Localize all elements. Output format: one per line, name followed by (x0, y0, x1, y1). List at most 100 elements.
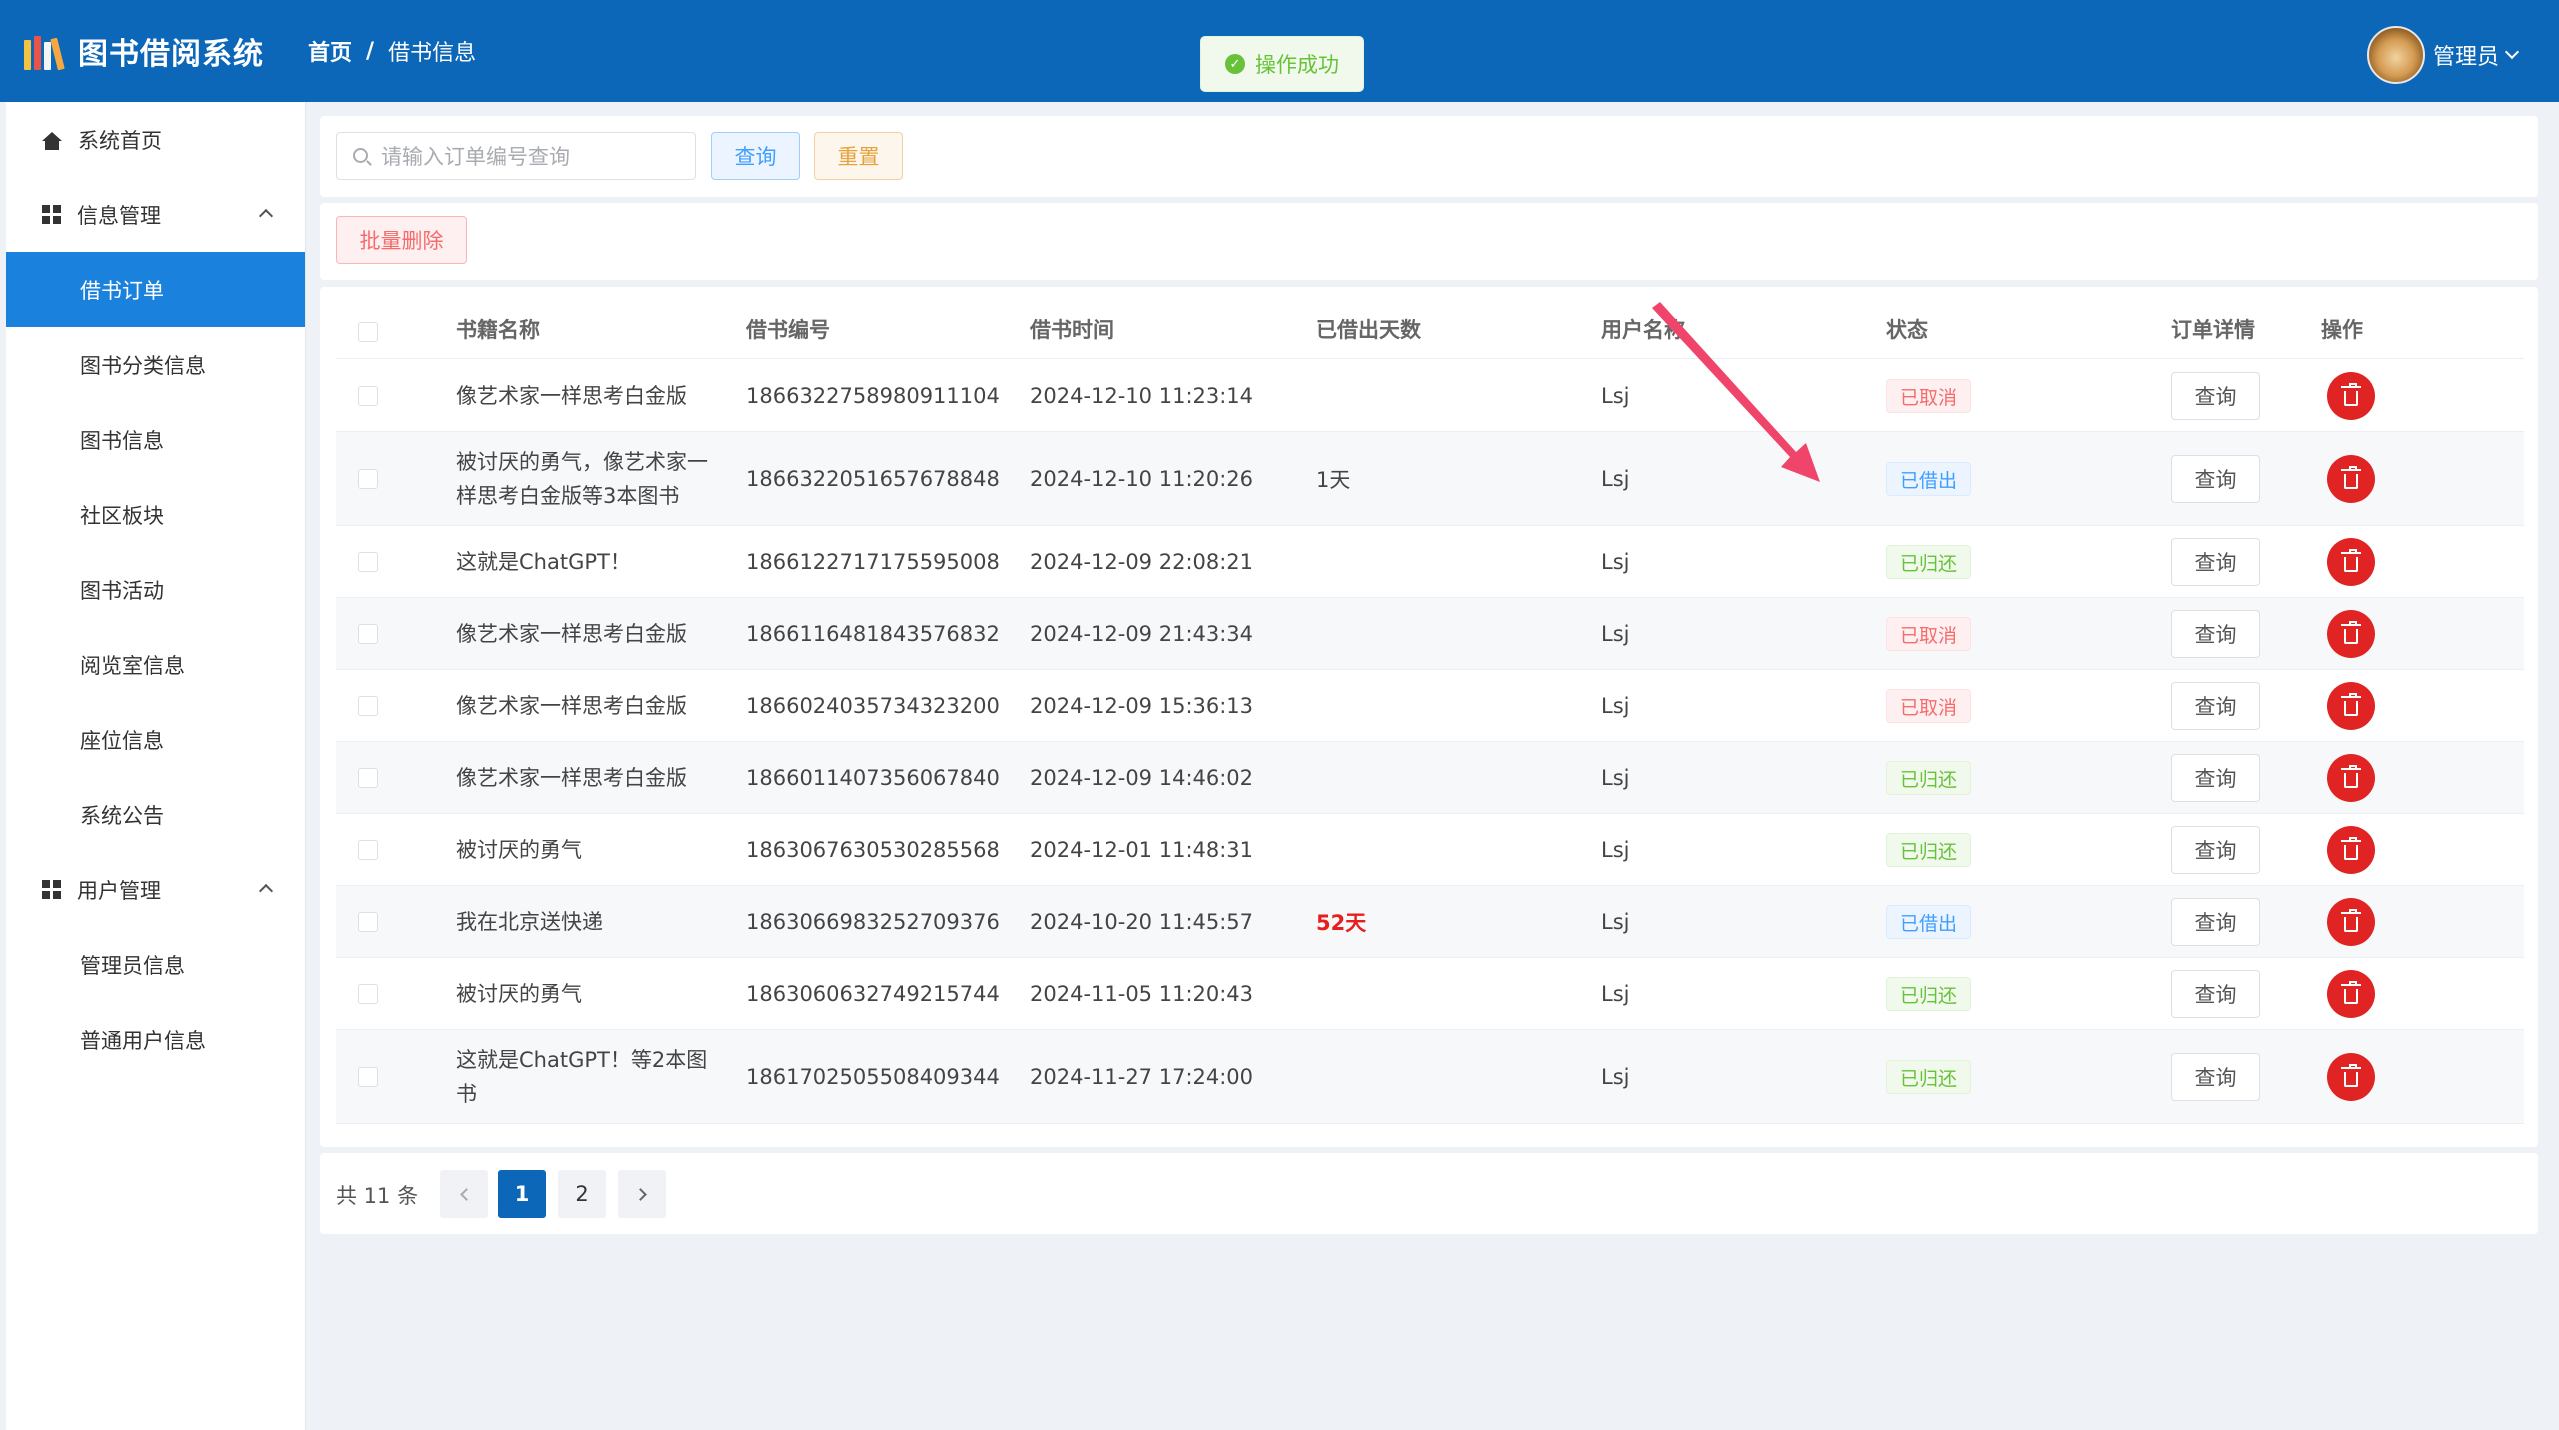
sidebar-item-announcement[interactable]: 系统公告 (6, 777, 305, 852)
table-row[interactable]: 这就是ChatGPT！等2本图书 1861702505508409344 2024-… (336, 1030, 2524, 1124)
prev-page-button[interactable] (440, 1170, 488, 1218)
table-row[interactable]: 被讨厌的勇气 1863060632749215744 2024-11-05 11:2… (336, 958, 2524, 1030)
sidebar-item-borrow-orders[interactable]: 借书订单 (6, 252, 305, 327)
sidebar-item-seat-info[interactable]: 座位信息 (6, 702, 305, 777)
delete-button[interactable] (2327, 538, 2375, 586)
sidebar-item-book-info[interactable]: 图书信息 (6, 402, 305, 477)
order-detail-button[interactable]: 查询 (2171, 970, 2260, 1018)
table-row[interactable]: 像艺术家一样思考白金版 1866322758980911104 2024-12-10… (336, 360, 2524, 432)
col-order-detail[interactable]: 订单详情 (2171, 314, 2255, 344)
sidebar-item-label: 系统首页 (78, 128, 162, 153)
order-detail-button[interactable]: 查询 (2171, 610, 2260, 658)
sidebar-item-admin-info[interactable]: 管理员信息 (6, 927, 305, 1002)
col-book-name[interactable]: 书籍名称 (456, 314, 540, 344)
row-checkbox[interactable] (358, 768, 378, 788)
delete-button[interactable] (2327, 898, 2375, 946)
sidebar-item-user-info[interactable]: 普通用户信息 (6, 1002, 305, 1077)
order-detail-button[interactable]: 查询 (2171, 538, 2260, 586)
row-checkbox[interactable] (358, 469, 378, 489)
delete-button[interactable] (2327, 455, 2375, 503)
breadcrumb-current: 借书信息 (388, 41, 477, 66)
delete-button[interactable] (2327, 610, 2375, 658)
cell-book-name: 被讨厌的勇气 (456, 981, 582, 1006)
query-button[interactable]: 查询 (711, 132, 800, 180)
sidebar-group-info[interactable]: 信息管理 (6, 177, 305, 252)
select-all-checkbox[interactable] (358, 322, 378, 342)
order-detail-button[interactable]: 查询 (2171, 682, 2260, 730)
sidebar-item-book-activity[interactable]: 图书活动 (6, 552, 305, 627)
sidebar-item-community[interactable]: 社区板块 (6, 477, 305, 552)
user-menu[interactable]: 管理员 (2366, 26, 2520, 84)
col-status[interactable]: 状态 (1886, 314, 1928, 344)
batch-delete-button[interactable]: 批量删除 (336, 216, 467, 264)
home-icon (42, 130, 62, 150)
table-row[interactable]: 被讨厌的勇气，像艺术家一样思考白金版等3本图书 18663220516576788… (336, 432, 2524, 526)
order-detail-button[interactable]: 查询 (2171, 455, 2260, 503)
cell-borrow-time: 2024-12-10 11:23:14 (1030, 383, 1254, 408)
delete-button[interactable] (2327, 754, 2375, 802)
row-checkbox[interactable] (358, 624, 378, 644)
sidebar-group-users[interactable]: 用户管理 (6, 852, 305, 927)
breadcrumb-home[interactable]: 首页 (308, 35, 352, 67)
table-row[interactable]: 像艺术家一样思考白金版 1866116481843576832 2024-12-09… (336, 598, 2524, 670)
delete-button[interactable] (2327, 682, 2375, 730)
cell-borrow-no: 1861702505508409344 (746, 1064, 1000, 1089)
order-detail-button[interactable]: 查询 (2171, 826, 2260, 874)
search-input[interactable]: 请输入订单编号查询 (336, 132, 696, 180)
user-name[interactable]: 管理员 (2433, 39, 2499, 71)
chevron-down-icon[interactable] (2504, 44, 2520, 60)
order-detail-button[interactable]: 查询 (2171, 898, 2260, 946)
table-row[interactable]: 像艺术家一样思考白金版 1866011407356067840 2024-12-09… (336, 742, 2524, 814)
order-detail-button[interactable]: 查询 (2171, 1053, 2260, 1101)
cell-book-name: 这就是ChatGPT！等2本图书 (456, 1047, 708, 1106)
cell-borrow-no: 1866024035734323200 (746, 693, 1000, 718)
row-checkbox[interactable] (358, 840, 378, 860)
row-checkbox[interactable] (358, 984, 378, 1004)
success-toast: ✓ 操作成功 (1200, 36, 1364, 92)
col-actions[interactable]: 操作 (2321, 314, 2363, 344)
sidebar-item-book-category[interactable]: 图书分类信息 (6, 327, 305, 402)
cell-borrow-time: 2024-11-05 11:20:43 (1030, 981, 1254, 1006)
cell-days: 1天 (1316, 467, 1351, 492)
row-checkbox[interactable] (358, 696, 378, 716)
sidebar-item-label: 图书信息 (80, 428, 164, 453)
delete-button[interactable] (2327, 1053, 2375, 1101)
row-checkbox[interactable] (358, 912, 378, 932)
table-row[interactable]: 像艺术家一样思考白金版 1866024035734323200 2024-12-09… (336, 670, 2524, 742)
sidebar-item-home[interactable]: 系统首页 (6, 102, 305, 177)
cell-borrow-time: 2024-12-09 15:36:13 (1030, 693, 1254, 718)
trash-icon (2341, 548, 2361, 572)
table-row[interactable]: 被讨厌的勇气 1863067630530285568 2024-12-01 11:4… (336, 814, 2524, 886)
trash-icon (2341, 908, 2361, 932)
table-row[interactable]: 这就是ChatGPT！ 1866122717175595008 2024-12-09… (336, 526, 2524, 598)
cell-borrow-no: 1866122717175595008 (746, 549, 1000, 574)
col-days[interactable]: 已借出天数 (1316, 314, 1421, 344)
row-checkbox[interactable] (358, 386, 378, 406)
page-1-button[interactable]: 1 (498, 1170, 546, 1218)
delete-button[interactable] (2327, 372, 2375, 420)
avatar[interactable] (2366, 26, 2425, 84)
cell-borrow-no: 1866322758980911104 (746, 383, 1000, 408)
table-header: 书籍名称 借书编号 借书时间 已借出天数 用户名称 状态 订单详情 操作 (336, 287, 2524, 359)
col-borrow-time[interactable]: 借书时间 (1030, 314, 1114, 344)
next-page-button[interactable] (618, 1170, 666, 1218)
toast-text: 操作成功 (1255, 53, 1339, 77)
order-detail-button[interactable]: 查询 (2171, 754, 2260, 802)
cell-borrow-time: 2024-12-09 22:08:21 (1030, 549, 1254, 574)
sidebar-item-label: 阅览室信息 (80, 653, 185, 678)
books-logo-icon (24, 32, 65, 71)
table-row[interactable]: 我在北京送快递 1863066983252709376 2024-10-20 11:… (336, 886, 2524, 958)
delete-button[interactable] (2327, 970, 2375, 1018)
top-header: 图书借阅系统 首页 / 借书信息 ✓ 操作成功 管理员 (0, 0, 2559, 102)
delete-button[interactable] (2327, 826, 2375, 874)
reset-button[interactable]: 重置 (814, 132, 903, 180)
order-detail-button[interactable]: 查询 (2171, 372, 2260, 420)
sidebar-item-label: 图书分类信息 (80, 353, 206, 378)
col-borrow-no[interactable]: 借书编号 (746, 314, 830, 344)
sidebar-item-reading-room[interactable]: 阅览室信息 (6, 627, 305, 702)
page-2-button[interactable]: 2 (558, 1170, 606, 1218)
row-checkbox[interactable] (358, 1067, 378, 1087)
annotation-arrow-shape (1652, 302, 1820, 482)
annotation-arrow (1652, 302, 1820, 482)
row-checkbox[interactable] (358, 552, 378, 572)
